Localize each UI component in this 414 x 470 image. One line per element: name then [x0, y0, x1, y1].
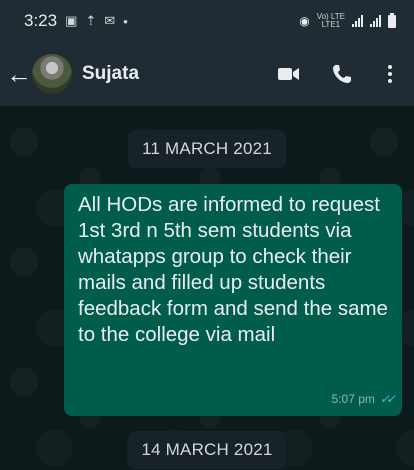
status-bar: 3:23 ▣ ⇡ ✉ • ◉ Vo) LTE LTE1 [0, 0, 414, 42]
voice-call-icon[interactable] [332, 64, 352, 84]
hotspot-icon: ◉ [299, 14, 310, 28]
gmail-icon: ✉ [104, 13, 116, 28]
message-text: All HODs are informed to request 1st 3rd… [78, 193, 388, 346]
message-bubble-outgoing[interactable]: All HODs are informed to request 1st 3rd… [64, 184, 402, 416]
upload-icon: ⇡ [85, 13, 97, 28]
video-call-icon[interactable] [278, 66, 300, 82]
chat-header: ← Sujata [0, 42, 414, 106]
dot-icon: • [123, 13, 128, 29]
status-left: 3:23 ▣ ⇡ ✉ • [24, 11, 128, 31]
message-time: 5:07 pm [331, 392, 375, 406]
signal-icon-2 [370, 15, 381, 27]
message-meta: 5:07 pm ✓✓ [331, 392, 397, 406]
status-time: 3:23 [24, 11, 58, 30]
more-options-icon[interactable] [384, 61, 396, 87]
read-receipt-icon: ✓✓ [379, 392, 396, 406]
header-actions [278, 61, 396, 87]
date-separator: 14 MARCH 2021 [127, 431, 287, 469]
contact-name[interactable]: Sujata [82, 63, 278, 85]
battery-icon [388, 12, 396, 28]
network-label: Vo) LTE LTE1 [317, 13, 345, 29]
back-arrow-icon[interactable]: ← [6, 59, 32, 90]
date-separator: 11 MARCH 2021 [128, 130, 286, 168]
network-sub-text: LTE1 [321, 20, 341, 29]
signal-icon [352, 15, 363, 27]
avatar[interactable] [32, 54, 72, 94]
chat-area[interactable]: 11 MARCH 2021 All HODs are informed to r… [0, 106, 414, 470]
status-right: ◉ Vo) LTE LTE1 [299, 12, 396, 29]
gallery-icon: ▣ [65, 13, 78, 28]
